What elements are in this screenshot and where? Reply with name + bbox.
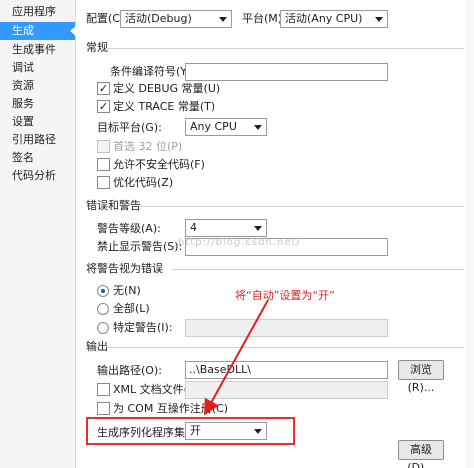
vertical-scrollbar[interactable] (466, 0, 474, 468)
annotation-arrow-icon (204, 299, 269, 416)
